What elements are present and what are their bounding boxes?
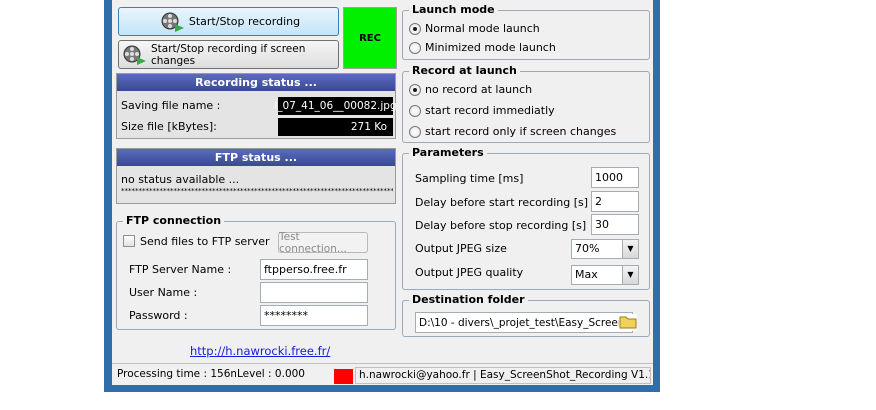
jpeg-size-label: Output JPEG size [415, 242, 507, 255]
radio-button[interactable] [409, 125, 421, 138]
radio-start-if-changes[interactable]: start record only if screen changes [409, 125, 616, 138]
send-ftp-label: Send files to FTP server [140, 235, 270, 248]
radio-button[interactable] [409, 104, 421, 117]
film-reel-icon [123, 45, 146, 65]
launch-mode-title: Launch mode [409, 3, 498, 16]
ftp-status-panel: FTP status ... no status available ... *… [116, 148, 396, 204]
saving-file-value: l_07_41_06__00082.jpg [274, 97, 397, 115]
start-stop-changes-label: Start/Stop recording if screen changes [151, 42, 306, 67]
level-indicator [334, 369, 353, 384]
launch-mode-group: Launch mode Normal mode launch Minimized… [402, 3, 650, 60]
radio-start-immediately[interactable]: start record immediatly [409, 104, 555, 117]
radio-label: no record at launch [425, 83, 533, 96]
chevron-down-icon[interactable]: ▼ [622, 266, 638, 284]
radio-button[interactable] [409, 83, 421, 96]
password-input[interactable]: ******** [260, 305, 368, 326]
sampling-time-input[interactable]: 1000 [591, 167, 639, 188]
jpeg-quality-select[interactable]: Max ▼ [571, 265, 639, 285]
size-file-value: 271 Ko [278, 118, 393, 136]
chevron-down-icon[interactable]: ▼ [622, 240, 638, 258]
status-bar: Processing time : 156ms Level : 0.000 h.… [112, 363, 653, 385]
radio-label: start record immediatly [425, 104, 555, 117]
record-at-launch-group: Record at launch no record at launch sta… [402, 64, 650, 143]
destination-path-input[interactable]: D:\10 - divers\_projet_test\Easy_ScreenS [415, 312, 633, 333]
ftp-server-label: FTP Server Name : [129, 263, 232, 276]
test-connection-button[interactable]: Test connection... [278, 231, 368, 255]
website-link[interactable]: http://h.nawrocki.free.fr/ [190, 344, 330, 358]
parameters-title: Parameters [409, 146, 487, 159]
jpeg-size-value: 70% [575, 242, 600, 255]
start-stop-label: Start/Stop recording [188, 15, 301, 28]
radio-label: Normal mode launch [425, 22, 540, 35]
recording-status-panel: Recording status ... Saving file name : … [116, 73, 397, 139]
delay-start-label: Delay before start recording [s] [415, 196, 589, 209]
destination-folder-title: Destination folder [409, 293, 528, 306]
radio-label: Minimized mode launch [425, 41, 556, 54]
sampling-time-label: Sampling time [ms] [415, 172, 524, 185]
user-name-label: User Name : [129, 286, 198, 299]
ftp-status-stars: ****************************************… [121, 187, 393, 195]
start-stop-recording-button[interactable]: Start/Stop recording [118, 7, 339, 36]
app-window-frame: Start/Stop recording Start/Stop recordin… [104, 0, 660, 392]
send-ftp-checkbox[interactable] [123, 235, 135, 247]
delay-stop-input[interactable]: 30 [591, 214, 639, 235]
record-at-launch-title: Record at launch [409, 64, 520, 77]
radio-button[interactable] [409, 41, 421, 54]
radio-label: start record only if screen changes [425, 125, 617, 138]
start-stop-if-changes-button[interactable]: Start/Stop recording if screen changes [118, 40, 339, 69]
ftp-connection-title: FTP connection [123, 214, 225, 227]
radio-normal-mode[interactable]: Normal mode launch [409, 22, 540, 35]
size-file-label: Size file [kBytes]: [121, 120, 217, 133]
jpeg-size-select[interactable]: 70% ▼ [571, 239, 639, 259]
folder-icon[interactable] [619, 314, 637, 331]
main-panel: Start/Stop recording Start/Stop recordin… [112, 0, 653, 385]
ftp-connection-group: FTP connection Send files to FTP server … [116, 214, 396, 330]
rec-indicator: REC [343, 7, 397, 69]
radio-no-record[interactable]: no record at launch [409, 83, 532, 96]
password-label: Password : [129, 309, 188, 322]
parameters-group: Parameters Sampling time [ms] 1000 Delay… [402, 146, 650, 290]
radio-minimized-mode[interactable]: Minimized mode launch [409, 41, 556, 54]
jpeg-quality-label: Output JPEG quality [415, 266, 524, 279]
destination-folder-group: Destination folder D:\10 - divers\_proje… [402, 293, 650, 337]
recording-status-header: Recording status ... [117, 74, 395, 91]
processing-time: Processing time : 156ms [117, 368, 236, 380]
user-name-input[interactable] [260, 282, 368, 303]
ftp-status-header: FTP status ... [117, 149, 395, 166]
ftp-server-input[interactable]: ftpperso.free.fr [260, 259, 368, 280]
level-value: Level : 0.000 [237, 368, 305, 380]
saving-file-label: Saving file name : [121, 99, 221, 112]
ftp-status-line: no status available ... [121, 173, 240, 186]
status-info: h.nawrocki@yahoo.fr | Easy_ScreenShot_Re… [355, 367, 651, 384]
jpeg-quality-value: Max [575, 268, 598, 281]
film-reel-icon [161, 12, 184, 32]
radio-button[interactable] [409, 22, 421, 35]
delay-start-input[interactable]: 2 [591, 191, 639, 212]
delay-stop-label: Delay before stop recording [s] [415, 219, 587, 232]
